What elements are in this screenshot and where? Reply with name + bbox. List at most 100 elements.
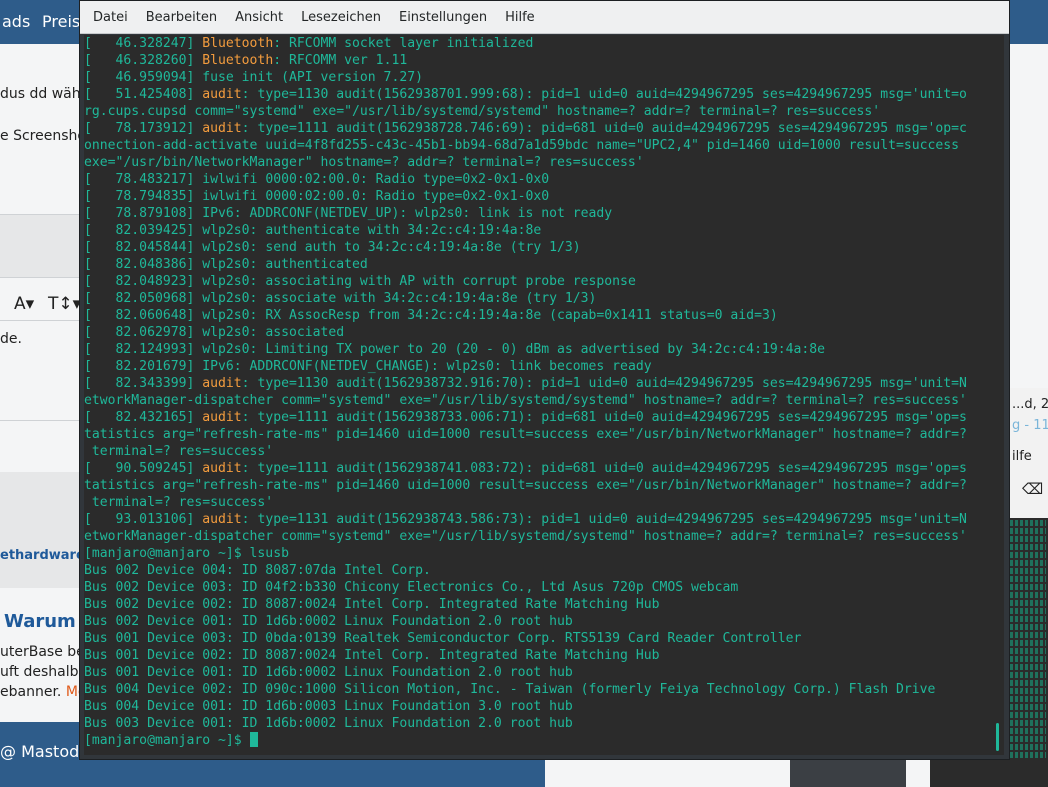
terminal-line: tatistics arg="refresh-rate-ms" pid=1460… bbox=[84, 426, 984, 443]
timestamp: [ 51.425408] bbox=[84, 87, 203, 102]
log-text: wlp2s0: send auth to 34:2c:c4:19:4a:8e (… bbox=[202, 240, 581, 255]
log-text: Bus 001 Device 002: ID 8087:0024 Intel C… bbox=[84, 648, 660, 663]
log-text: : type=1111 audit(1562938741.083:72): pi… bbox=[241, 461, 967, 476]
log-text: Bus 001 Device 003: ID 0bda:0139 Realtek… bbox=[84, 631, 802, 646]
terminal-line: Bus 003 Device 001: ID 1d6b:0002 Linux F… bbox=[84, 715, 984, 732]
log-text: etworkManager-dispatcher comm="systemd" … bbox=[84, 529, 967, 544]
editor-text: de. bbox=[0, 331, 22, 347]
log-text: Bus 002 Device 003: ID 04f2:b330 Chicony… bbox=[84, 580, 739, 595]
timestamp: [ 82.039425] bbox=[84, 223, 203, 238]
terminal-line: Bus 002 Device 003: ID 04f2:b330 Chicony… bbox=[84, 579, 984, 596]
timestamp: [ 46.328247] bbox=[84, 36, 203, 51]
menu-ansicht[interactable]: Ansicht bbox=[228, 1, 294, 34]
terminal-line: terminal=? res=success' bbox=[84, 494, 984, 511]
log-tag: audit bbox=[202, 512, 242, 527]
log-text: [manjaro@manjaro ~]$ lsusb bbox=[84, 546, 289, 561]
terminal-line: Bus 001 Device 003: ID 0bda:0139 Realtek… bbox=[84, 630, 984, 647]
log-text: Bus 002 Device 004: ID 8087:07da Intel C… bbox=[84, 563, 431, 578]
menu-bearbeiten[interactable]: Bearbeiten bbox=[139, 1, 228, 34]
timestamp: [ 82.062978] bbox=[84, 325, 203, 340]
timestamp: [ 78.483217] bbox=[84, 172, 203, 187]
timestamp: [ 78.173912] bbox=[84, 121, 203, 136]
log-text: Bus 002 Device 001: ID 1d6b:0002 Linux F… bbox=[84, 614, 573, 629]
timestamp: [ 78.879108] bbox=[84, 206, 203, 221]
menu-datei[interactable]: Datei bbox=[86, 1, 139, 34]
nav-item-preise[interactable]: Preis bbox=[42, 12, 80, 31]
log-tag: audit bbox=[202, 87, 242, 102]
terminal-line: [ 46.959094] fuse init (API version 7.27… bbox=[84, 69, 984, 86]
timestamp: [ 82.343399] bbox=[84, 376, 203, 391]
text-cursor bbox=[249, 732, 258, 747]
terminal-line: [ 82.045844] wlp2s0: send auth to 34:2c:… bbox=[84, 239, 984, 256]
background-thumbnail bbox=[790, 760, 906, 787]
menu-lesezeichen[interactable]: Lesezeichen bbox=[294, 1, 392, 34]
log-text: : RFCOMM socket layer initialized bbox=[273, 36, 534, 51]
terminal-line: [ 82.048923] wlp2s0: associating with AP… bbox=[84, 273, 984, 290]
terminal-scrollbar[interactable] bbox=[996, 723, 999, 751]
log-text: wlp2s0: RX AssocResp from 34:2c:c4:19:4a… bbox=[202, 308, 778, 323]
font-color-button[interactable]: A▾ bbox=[14, 294, 34, 314]
terminal-line: [ 78.794835] iwlwifi 0000:02:00.0: Radio… bbox=[84, 188, 984, 205]
terminal-line: exe="/usr/bin/NetworkManager" hostname=?… bbox=[84, 154, 984, 171]
timestamp: [ 78.794835] bbox=[84, 189, 203, 204]
log-tag: audit bbox=[202, 410, 242, 425]
terminal-line: Bus 001 Device 001: ID 1d6b:0002 Linux F… bbox=[84, 664, 984, 681]
nav-item-downloads[interactable]: ads bbox=[2, 12, 30, 31]
terminal-line: [ 82.039425] wlp2s0: authenticate with 3… bbox=[84, 222, 984, 239]
terminal-prompt[interactable]: [manjaro@manjaro ~]$ bbox=[84, 732, 984, 749]
terminal-output[interactable]: [ 46.328247] Bluetooth: RFCOMM socket la… bbox=[84, 35, 1004, 755]
terminal-line: [ 46.328247] Bluetooth: RFCOMM socket la… bbox=[84, 35, 984, 52]
log-text: : type=1130 audit(1562938701.999:68): pi… bbox=[241, 87, 967, 102]
bg-text-fragment: e Screensho bbox=[0, 128, 86, 144]
prompt-text: [manjaro@manjaro ~]$ bbox=[84, 733, 250, 748]
log-tag: audit bbox=[202, 376, 242, 391]
terminal-line: Bus 004 Device 001: ID 1d6b:0003 Linux F… bbox=[84, 698, 984, 715]
terminal-line: Bus 002 Device 001: ID 1d6b:0002 Linux F… bbox=[84, 613, 984, 630]
terminal-line: [ 82.050968] wlp2s0: associate with 34:2… bbox=[84, 290, 984, 307]
log-text: exe="/usr/bin/NetworkManager" hostname=?… bbox=[84, 155, 644, 170]
article-text: uft deshalb k bbox=[0, 664, 92, 680]
log-text: tatistics arg="refresh-rate-ms" pid=1460… bbox=[84, 427, 967, 442]
log-text: : type=1111 audit(1562938728.746:69): pi… bbox=[241, 121, 967, 136]
terminal-line: [ 90.509245] audit: type=1111 audit(1562… bbox=[84, 460, 984, 477]
terminal-window: Datei Bearbeiten Ansicht Lesezeichen Ein… bbox=[79, 0, 1010, 760]
terminal-line: Bus 002 Device 002: ID 8087:0024 Intel C… bbox=[84, 596, 984, 613]
terminal-line: Bus 002 Device 004: ID 8087:07da Intel C… bbox=[84, 562, 984, 579]
log-text: wlp2s0: associating with AP with corrupt… bbox=[202, 274, 636, 289]
menu-hilfe[interactable]: Hilfe bbox=[498, 1, 546, 34]
mastodon-link[interactable]: @ Mastodo bbox=[0, 742, 89, 761]
log-text: fuse init (API version 7.27) bbox=[202, 70, 423, 85]
brand-text[interactable]: ethardware bbox=[0, 548, 85, 563]
terminal-line: [ 78.173912] audit: type=1111 audit(1562… bbox=[84, 120, 984, 137]
log-text: tatistics arg="refresh-rate-ms" pid=1460… bbox=[84, 478, 967, 493]
log-tag: audit bbox=[202, 121, 242, 136]
timestamp: [ 46.959094] bbox=[84, 70, 203, 85]
timestamp: [ 82.201679] bbox=[84, 359, 203, 374]
terminal-line: Bus 001 Device 002: ID 8087:0024 Intel C… bbox=[84, 647, 984, 664]
log-text: Bus 003 Device 001: ID 1d6b:0002 Linux F… bbox=[84, 716, 573, 731]
log-text: Bus 004 Device 002: ID 090c:1000 Silicon… bbox=[84, 682, 936, 697]
terminal-line: [ 82.048386] wlp2s0: authenticated bbox=[84, 256, 984, 273]
menu-einstellungen[interactable]: Einstellungen bbox=[392, 1, 498, 34]
log-text: wlp2s0: Limiting TX power to 20 (20 - 0)… bbox=[202, 342, 826, 357]
timestamp: [ 82.045844] bbox=[84, 240, 203, 255]
terminal-line: [ 82.124993] wlp2s0: Limiting TX power t… bbox=[84, 341, 984, 358]
eraser-icon[interactable]: ⌫ bbox=[1022, 480, 1043, 498]
log-tag: Bluetooth bbox=[202, 36, 274, 51]
terminal-line: Bus 004 Device 002: ID 090c:1000 Silicon… bbox=[84, 681, 984, 698]
text-size-button[interactable]: T↕▾ bbox=[48, 294, 81, 314]
menu-item-hilfe[interactable]: ilfe bbox=[1012, 449, 1032, 464]
log-text: terminal=? res=success' bbox=[84, 444, 274, 459]
terminal-text: [ 46.328247] Bluetooth: RFCOMM socket la… bbox=[84, 35, 984, 749]
log-text: : type=1131 audit(1562938743.586:73): pi… bbox=[241, 512, 967, 527]
article-text: uterBase ber bbox=[0, 644, 91, 660]
log-text: wlp2s0: associated bbox=[202, 325, 345, 340]
log-text: : RFCOMM ver 1.11 bbox=[273, 53, 408, 68]
log-text: iwlwifi 0000:02:00.0: Radio type=0x2-0x1… bbox=[202, 189, 550, 204]
terminal-line: rg.cups.cupsd comm="systemd" exe="/usr/l… bbox=[84, 103, 984, 120]
timestamp: [ 82.060648] bbox=[84, 308, 203, 323]
bg-divider bbox=[0, 277, 80, 278]
log-text: rg.cups.cupsd comm="systemd" exe="/usr/l… bbox=[84, 104, 881, 119]
terminal-line: [ 82.343399] audit: type=1130 audit(1562… bbox=[84, 375, 984, 392]
terminal-line: terminal=? res=success' bbox=[84, 443, 984, 460]
